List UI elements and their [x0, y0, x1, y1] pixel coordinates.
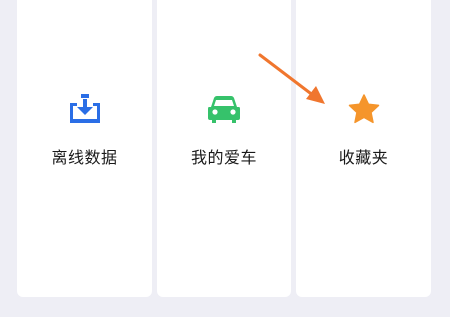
favorites-card[interactable]: 收藏夹	[296, 0, 431, 297]
my-car-card[interactable]: 我的爱车	[157, 0, 291, 297]
offline-data-card[interactable]: 离线数据	[17, 0, 152, 297]
favorites-label: 收藏夹	[338, 148, 389, 167]
my-car-label: 我的爱车	[190, 148, 257, 167]
star-icon	[346, 91, 382, 127]
offline-data-download-icon	[67, 91, 103, 127]
offline-data-label: 离线数据	[51, 148, 118, 167]
car-icon	[206, 91, 242, 127]
